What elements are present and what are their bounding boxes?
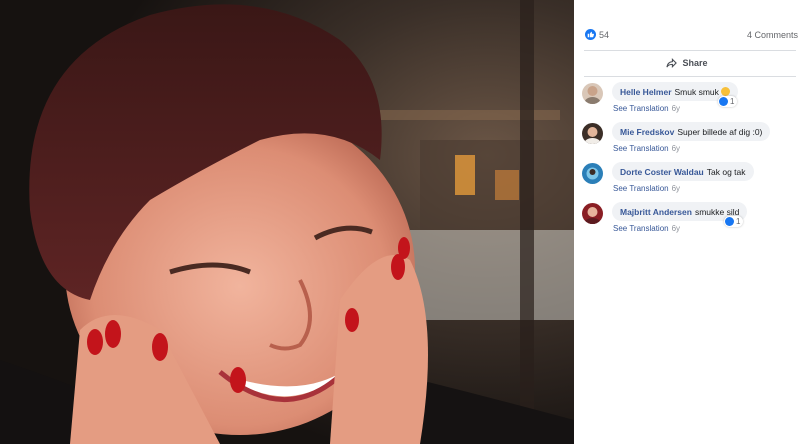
comment-text: Smuk smuk — [674, 86, 719, 97]
smiley-icon — [720, 87, 730, 96]
comment-age[interactable]: 6y — [672, 104, 680, 113]
comment-age[interactable]: 6y — [672, 144, 680, 153]
comment-age[interactable]: 6y — [672, 184, 680, 193]
like-count: 54 — [599, 29, 610, 40]
avatar[interactable] — [582, 83, 603, 104]
divider — [584, 76, 796, 77]
avatar[interactable] — [582, 123, 603, 144]
comment-author[interactable]: Helle Helmer — [620, 87, 672, 97]
share-button[interactable]: Share — [574, 52, 800, 74]
comment-age[interactable]: 6y — [672, 224, 680, 233]
share-icon — [666, 58, 678, 68]
avatar[interactable] — [582, 203, 603, 224]
comment-reactions[interactable]: 1 — [724, 216, 744, 227]
comment-meta: See Translation 6y — [613, 224, 680, 233]
reaction-count: 1 — [736, 217, 741, 226]
comment-bubble: Dorte Coster Waldau Tak og tak — [612, 162, 754, 181]
comment-text: smukke sild — [694, 206, 740, 217]
like-summary[interactable]: 54 — [585, 29, 609, 40]
comment-author[interactable]: Majbritt Andersen — [620, 207, 692, 217]
comment-item: Helle Helmer Smuk smuk See Translation 6y… — [582, 82, 796, 120]
comment-author[interactable]: Dorte Coster Waldau — [620, 167, 704, 177]
comment-text: Super billede af dig :0) — [677, 126, 763, 137]
photo-image — [0, 0, 574, 444]
comment-item: Majbritt Andersen smukke sild See Transl… — [582, 202, 796, 240]
comment-meta: See Translation 6y — [613, 184, 680, 193]
comment-item: Dorte Coster Waldau Tak og tak See Trans… — [582, 162, 796, 200]
comment-bubble: Mie Fredskov Super billede af dig :0) — [612, 122, 771, 141]
comments-count-link[interactable]: 4 Comments — [747, 30, 798, 40]
share-label: Share — [682, 58, 708, 68]
avatar[interactable] — [582, 163, 603, 184]
comment-item: Mie Fredskov Super billede af dig :0) Se… — [582, 122, 796, 160]
like-icon — [725, 217, 734, 226]
like-icon — [719, 97, 728, 106]
divider — [584, 50, 796, 51]
see-translation-link[interactable]: See Translation — [613, 224, 669, 233]
comment-meta: See Translation 6y — [613, 144, 680, 153]
comment-author[interactable]: Mie Fredskov — [620, 127, 674, 137]
reaction-count: 1 — [730, 97, 735, 106]
see-translation-link[interactable]: See Translation — [613, 104, 669, 113]
comment-text: Tak og tak — [706, 166, 746, 177]
post-photo[interactable] — [0, 0, 574, 444]
see-translation-link[interactable]: See Translation — [613, 144, 669, 153]
comment-meta: See Translation 6y — [613, 104, 680, 113]
like-icon — [585, 29, 596, 40]
post-side-panel: 54 4 Comments Share Helle Helmer Smuk sm… — [574, 0, 800, 444]
see-translation-link[interactable]: See Translation — [613, 184, 669, 193]
reaction-stats: 54 4 Comments — [574, 22, 800, 48]
comment-reactions[interactable]: 1 — [718, 96, 738, 107]
